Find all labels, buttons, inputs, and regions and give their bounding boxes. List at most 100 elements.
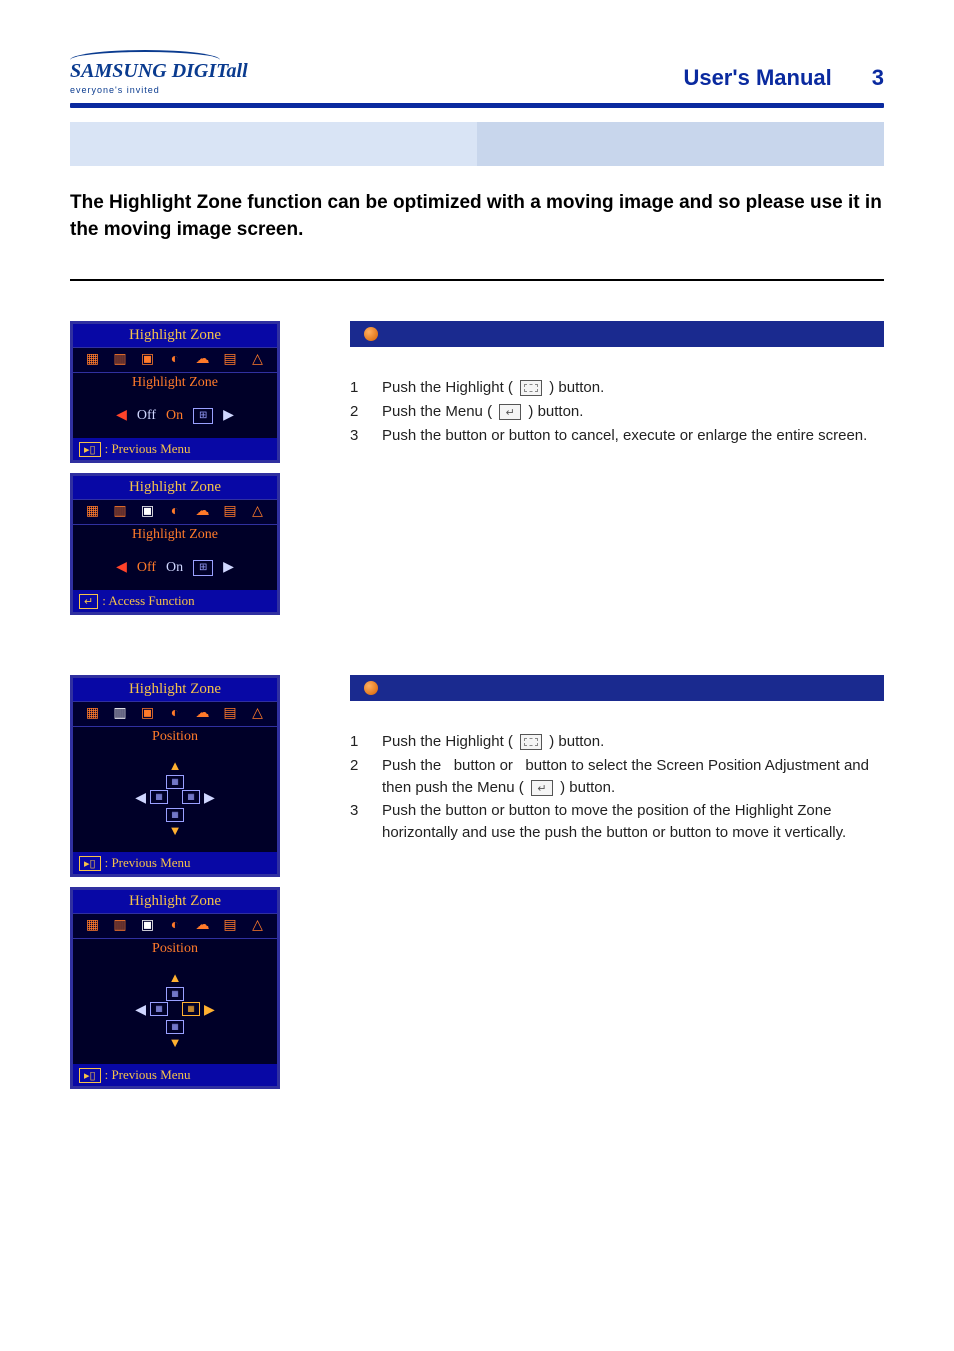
step-text: Push the button or button to cancel, exe… — [382, 425, 867, 447]
pos-icon-active: ▦ — [182, 1002, 200, 1016]
step-text: Push the button or button to move the po… — [382, 800, 884, 844]
osd-panel-hz-2: Highlight Zone ▦ ▥ ▣ ◐ ☁ ▤ △ Highlight Z… — [70, 473, 280, 615]
step-text: Push the Menu ( ) button. — [382, 401, 583, 423]
tab-right — [477, 122, 884, 166]
osd-icon: ▤ — [220, 706, 240, 722]
right-arrow-icon: ▶ — [204, 790, 215, 807]
pos-icon: ▦ — [182, 790, 200, 804]
logo-main-text: SAMSUNG DIGITall — [70, 60, 248, 83]
osd-icon: ▤ — [220, 352, 240, 368]
osd-title: Highlight Zone — [73, 476, 277, 500]
osd-foot-text: : Previous Menu — [105, 441, 191, 456]
pos-icon: ▦ — [166, 1020, 184, 1034]
menu-button-icon — [531, 780, 553, 796]
osd-footer: ▸▯: Previous Menu — [73, 1064, 277, 1086]
step-number: 1 — [350, 377, 364, 399]
up-arrow-icon: ▲ — [169, 970, 182, 986]
osd-icon: ▥ — [110, 706, 130, 722]
step-number: 3 — [350, 425, 364, 447]
manual-title-block: User's Manual 3 — [683, 65, 884, 91]
instructions-hz: 1 Push the Highlight ( ) button. 2 Push … — [350, 321, 884, 625]
page-number: 3 — [872, 65, 884, 91]
osd-icon: ▤ — [220, 504, 240, 520]
osd-title: Highlight Zone — [73, 678, 277, 702]
pos-icon: ▦ — [166, 987, 184, 1001]
osd-icon: ◐ — [165, 504, 185, 520]
osd-icon: △ — [248, 918, 268, 934]
osd-footer: ▸▯: Previous Menu — [73, 852, 277, 874]
intro-paragraph: The Highlight Zone function can be optim… — [70, 190, 884, 243]
manual-title: User's Manual — [683, 65, 831, 91]
osd-title: Highlight Zone — [73, 890, 277, 914]
osd-icon: ☁ — [193, 504, 213, 520]
logo-arc-decoration — [70, 50, 220, 70]
bullet-dot-icon — [364, 327, 378, 341]
osd-panel-pos-1: Highlight Zone ▦ ▥ ▣ ◐ ☁ ▤ △ Position ▲ … — [70, 675, 280, 877]
osd-subtitle: Highlight Zone — [73, 373, 277, 397]
osd-icon: ◐ — [165, 706, 185, 722]
osd-footer: ↵: Access Function — [73, 590, 277, 612]
osd-icon: ▥ — [110, 918, 130, 934]
step-item: 3 Push the button or button to cancel, e… — [350, 425, 884, 447]
osd-off-label: Off — [137, 408, 156, 424]
osd-icon-row: ▦ ▥ ▣ ◐ ☁ ▤ △ — [73, 348, 277, 373]
down-arrow-icon: ▼ — [169, 1035, 182, 1051]
osd-title: Highlight Zone — [73, 324, 277, 348]
osd-previews-pos: Highlight Zone ▦ ▥ ▣ ◐ ☁ ▤ △ Position ▲ … — [70, 675, 290, 1099]
osd-body: ◀ Off On ⊞ ▶ — [73, 397, 277, 438]
osd-box-icon: ⊞ — [193, 408, 213, 424]
pos-icon: ▦ — [166, 775, 184, 789]
osd-panel-hz-1: Highlight Zone ▦ ▥ ▣ ◐ ☁ ▤ △ Highlight Z… — [70, 321, 280, 463]
osd-icon: ☁ — [193, 918, 213, 934]
bullet-dot-icon — [364, 681, 378, 695]
highlight-button-icon — [520, 380, 542, 396]
pos-icon: ▦ — [150, 790, 168, 804]
pos-icon: ▦ — [166, 808, 184, 822]
tab-bar — [70, 122, 884, 166]
left-arrow-icon: ◀ — [135, 1002, 146, 1019]
step-item: 3 Push the button or button to move the … — [350, 800, 884, 844]
down-arrow-icon: ▼ — [169, 823, 182, 839]
osd-box-icon: ⊞ — [193, 560, 213, 576]
step-number: 3 — [350, 800, 364, 844]
osd-icon: ▦ — [83, 918, 103, 934]
osd-icon: △ — [248, 352, 268, 368]
step-item: 2 Push the button or button to select th… — [350, 755, 884, 799]
page-header: SAMSUNG DIGITall everyone's invited User… — [70, 60, 884, 95]
left-arrow-icon: ◀ — [116, 407, 127, 424]
left-arrow-icon: ◀ — [116, 559, 127, 576]
enter-key-icon: ↵ — [79, 594, 98, 609]
osd-icon: ▥ — [110, 504, 130, 520]
osd-position-body: ▲ ▦ ◀ ▦ ▦ ▶ ▦ ▼ — [73, 963, 277, 1064]
steps-list: 1 Push the Highlight ( ) button. 2 Push … — [350, 731, 884, 844]
osd-icon: ▦ — [83, 352, 103, 368]
section-heading-bar — [350, 675, 884, 701]
osd-icon: ☁ — [193, 706, 213, 722]
step-number: 2 — [350, 401, 364, 423]
osd-position-body: ▲ ▦ ◀ ▦ ▦ ▶ ▦ ▼ — [73, 751, 277, 852]
osd-icon: ☁ — [193, 352, 213, 368]
osd-icon: ▣ — [138, 504, 158, 520]
osd-subtitle: Position — [73, 939, 277, 963]
osd-previews-hz: Highlight Zone ▦ ▥ ▣ ◐ ☁ ▤ △ Highlight Z… — [70, 321, 290, 625]
instructions-pos: 1 Push the Highlight ( ) button. 2 Push … — [350, 675, 884, 1099]
exit-key-icon: ▸▯ — [79, 856, 101, 871]
exit-key-icon: ▸▯ — [79, 442, 101, 457]
osd-panel-pos-2: Highlight Zone ▦ ▥ ▣ ◐ ☁ ▤ △ Position ▲ … — [70, 887, 280, 1089]
osd-foot-text: : Previous Menu — [105, 1067, 191, 1082]
osd-off-label: Off — [137, 560, 156, 576]
menu-button-icon — [499, 404, 521, 420]
section-divider — [70, 279, 884, 281]
osd-subtitle: Position — [73, 727, 277, 751]
osd-subtitle: Highlight Zone — [73, 525, 277, 549]
step-item: 1 Push the Highlight ( ) button. — [350, 377, 884, 399]
section-heading-bar — [350, 321, 884, 347]
step-number: 1 — [350, 731, 364, 753]
section-position: Highlight Zone ▦ ▥ ▣ ◐ ☁ ▤ △ Position ▲ … — [70, 675, 884, 1099]
osd-icon: ▣ — [138, 918, 158, 934]
osd-on-label: On — [166, 560, 183, 576]
tab-left — [70, 122, 477, 166]
osd-icon: △ — [248, 706, 268, 722]
left-arrow-icon: ◀ — [135, 790, 146, 807]
header-divider — [70, 103, 884, 108]
